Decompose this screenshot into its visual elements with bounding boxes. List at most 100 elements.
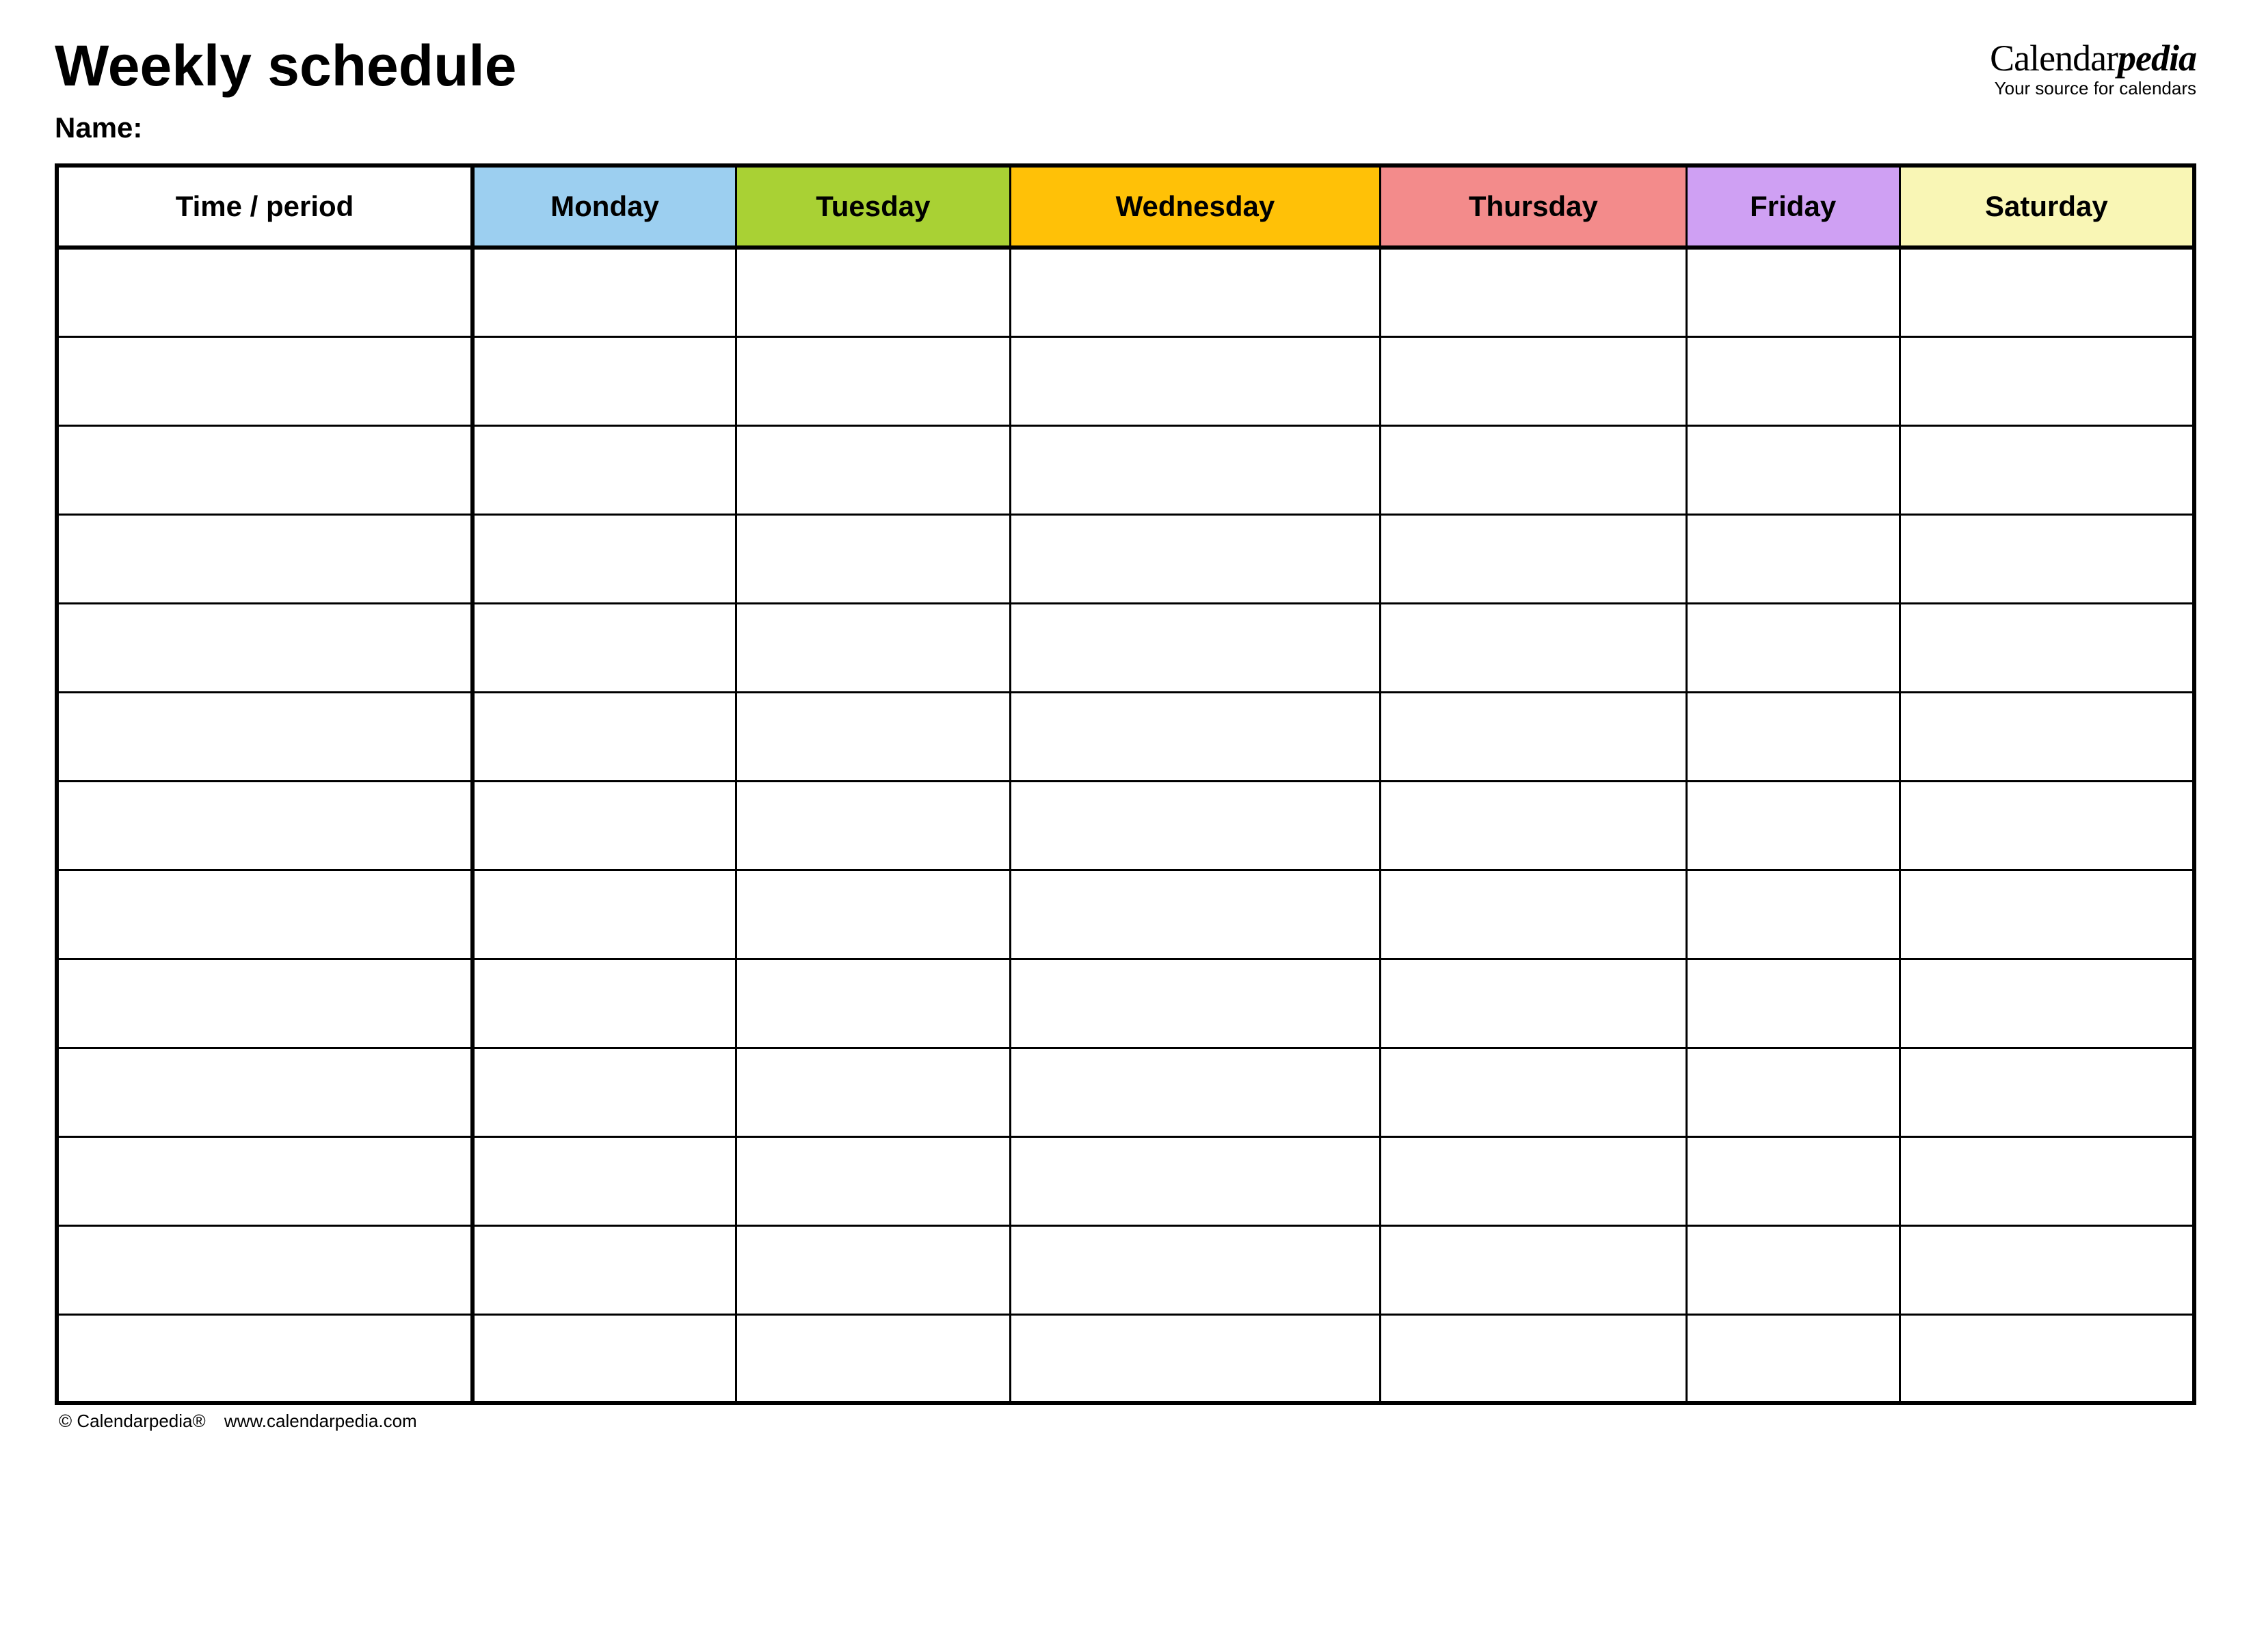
- schedule-cell[interactable]: [472, 248, 736, 336]
- time-cell[interactable]: [57, 603, 472, 692]
- name-label: Name:: [55, 111, 142, 144]
- schedule-cell[interactable]: [1686, 1314, 1900, 1403]
- schedule-cell[interactable]: [1900, 248, 2194, 336]
- time-cell[interactable]: [57, 425, 472, 514]
- schedule-cell[interactable]: [1686, 1048, 1900, 1136]
- schedule-cell[interactable]: [1010, 1225, 1380, 1314]
- schedule-cell[interactable]: [472, 1136, 736, 1225]
- schedule-cell[interactable]: [1900, 603, 2194, 692]
- header: Weekly schedule Calendarpedia Your sourc…: [55, 34, 2196, 99]
- schedule-cell[interactable]: [1381, 959, 1687, 1048]
- schedule-cell[interactable]: [1900, 1314, 2194, 1403]
- schedule-cell[interactable]: [736, 603, 1010, 692]
- table-row: [57, 692, 2194, 781]
- time-cell[interactable]: [57, 959, 472, 1048]
- schedule-cell[interactable]: [1010, 1048, 1380, 1136]
- footer: © Calendarpedia® www.calendarpedia.com: [55, 1411, 2196, 1432]
- schedule-cell[interactable]: [1900, 870, 2194, 959]
- schedule-cell[interactable]: [1381, 870, 1687, 959]
- schedule-cell[interactable]: [736, 1314, 1010, 1403]
- schedule-cell[interactable]: [472, 1225, 736, 1314]
- schedule-cell[interactable]: [1686, 336, 1900, 425]
- time-cell[interactable]: [57, 781, 472, 870]
- schedule-cell[interactable]: [1010, 1136, 1380, 1225]
- schedule-cell[interactable]: [1686, 514, 1900, 603]
- schedule-cell[interactable]: [472, 1048, 736, 1136]
- schedule-cell[interactable]: [736, 781, 1010, 870]
- schedule-cell[interactable]: [1686, 870, 1900, 959]
- schedule-cell[interactable]: [1900, 781, 2194, 870]
- schedule-cell[interactable]: [472, 692, 736, 781]
- time-cell[interactable]: [57, 692, 472, 781]
- schedule-cell[interactable]: [1686, 603, 1900, 692]
- schedule-cell[interactable]: [1010, 1314, 1380, 1403]
- schedule-cell[interactable]: [472, 514, 736, 603]
- col-header-wednesday: Wednesday: [1010, 165, 1380, 248]
- schedule-cell[interactable]: [736, 1225, 1010, 1314]
- schedule-cell[interactable]: [472, 425, 736, 514]
- schedule-cell[interactable]: [736, 425, 1010, 514]
- schedule-cell[interactable]: [1010, 514, 1380, 603]
- schedule-cell[interactable]: [1686, 425, 1900, 514]
- time-cell[interactable]: [57, 1225, 472, 1314]
- time-cell[interactable]: [57, 870, 472, 959]
- schedule-cell[interactable]: [736, 248, 1010, 336]
- schedule-cell[interactable]: [1381, 248, 1687, 336]
- schedule-cell[interactable]: [1900, 1136, 2194, 1225]
- time-cell[interactable]: [57, 336, 472, 425]
- schedule-cell[interactable]: [1900, 692, 2194, 781]
- schedule-cell[interactable]: [1010, 959, 1380, 1048]
- schedule-cell[interactable]: [472, 781, 736, 870]
- schedule-cell[interactable]: [736, 959, 1010, 1048]
- schedule-cell[interactable]: [1900, 514, 2194, 603]
- schedule-cell[interactable]: [472, 959, 736, 1048]
- col-header-monday: Monday: [472, 165, 736, 248]
- schedule-cell[interactable]: [1381, 1225, 1687, 1314]
- schedule-cell[interactable]: [1381, 1136, 1687, 1225]
- schedule-cell[interactable]: [1381, 781, 1687, 870]
- schedule-cell[interactable]: [1900, 425, 2194, 514]
- schedule-cell[interactable]: [472, 1314, 736, 1403]
- schedule-cell[interactable]: [472, 870, 736, 959]
- schedule-cell[interactable]: [1686, 248, 1900, 336]
- col-header-tuesday: Tuesday: [736, 165, 1010, 248]
- schedule-cell[interactable]: [1900, 1048, 2194, 1136]
- schedule-cell[interactable]: [1381, 603, 1687, 692]
- schedule-cell[interactable]: [1900, 336, 2194, 425]
- schedule-cell[interactable]: [1381, 692, 1687, 781]
- schedule-cell[interactable]: [1686, 781, 1900, 870]
- schedule-cell[interactable]: [1900, 959, 2194, 1048]
- time-cell[interactable]: [57, 1314, 472, 1403]
- schedule-cell[interactable]: [1010, 603, 1380, 692]
- schedule-cell[interactable]: [736, 1136, 1010, 1225]
- schedule-cell[interactable]: [736, 336, 1010, 425]
- schedule-cell[interactable]: [736, 1048, 1010, 1136]
- table-row: [57, 1314, 2194, 1403]
- schedule-cell[interactable]: [1010, 870, 1380, 959]
- schedule-cell[interactable]: [1381, 425, 1687, 514]
- schedule-cell[interactable]: [1381, 336, 1687, 425]
- schedule-cell[interactable]: [1010, 248, 1380, 336]
- schedule-cell[interactable]: [472, 603, 736, 692]
- schedule-cell[interactable]: [1010, 336, 1380, 425]
- schedule-cell[interactable]: [1381, 1048, 1687, 1136]
- schedule-cell[interactable]: [1686, 1225, 1900, 1314]
- schedule-cell[interactable]: [472, 336, 736, 425]
- time-cell[interactable]: [57, 514, 472, 603]
- schedule-cell[interactable]: [1686, 692, 1900, 781]
- time-cell[interactable]: [57, 1136, 472, 1225]
- schedule-cell[interactable]: [1381, 514, 1687, 603]
- schedule-cell[interactable]: [736, 514, 1010, 603]
- schedule-cell[interactable]: [1010, 425, 1380, 514]
- schedule-cell[interactable]: [1010, 692, 1380, 781]
- schedule-cell[interactable]: [1381, 1314, 1687, 1403]
- schedule-cell[interactable]: [1010, 781, 1380, 870]
- schedule-cell[interactable]: [736, 870, 1010, 959]
- schedule-cell[interactable]: [736, 692, 1010, 781]
- schedule-cell[interactable]: [1900, 1225, 2194, 1314]
- time-cell[interactable]: [57, 248, 472, 336]
- time-cell[interactable]: [57, 1048, 472, 1136]
- schedule-cell[interactable]: [1686, 1136, 1900, 1225]
- brand-name-part1: Calendar: [1990, 38, 2118, 79]
- schedule-cell[interactable]: [1686, 959, 1900, 1048]
